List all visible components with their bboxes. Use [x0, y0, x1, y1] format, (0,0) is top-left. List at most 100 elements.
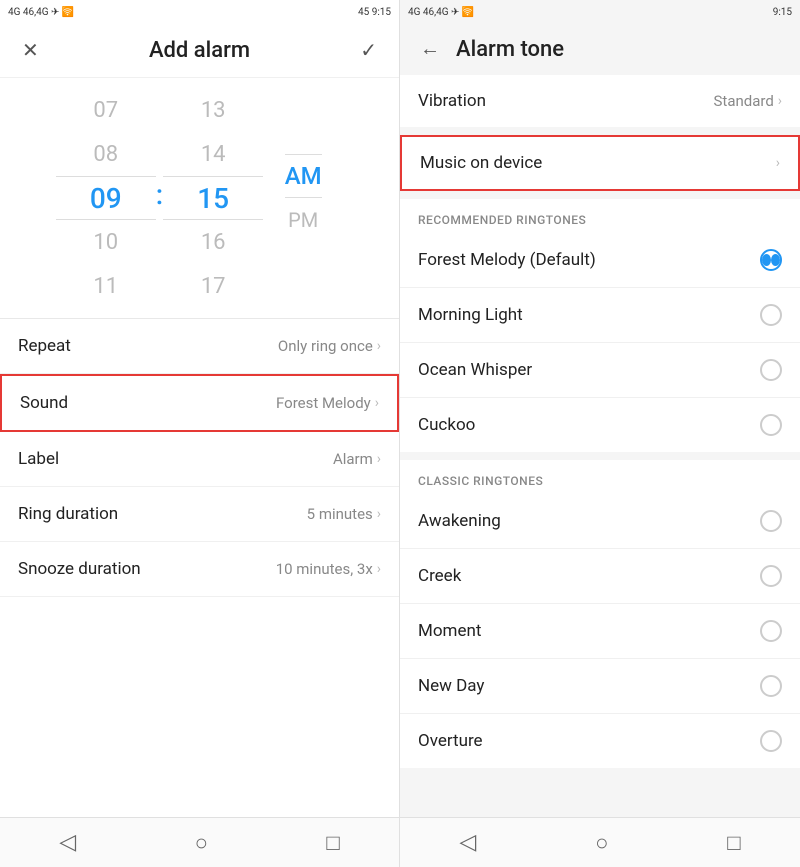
ocean-whisper-radio[interactable] [760, 359, 782, 381]
alarm-tone-title: Alarm tone [456, 37, 564, 62]
snooze-duration-value: 10 minutes, 3x › [276, 560, 381, 578]
pm: PM [288, 198, 318, 242]
ring-duration-chevron: › [377, 506, 381, 522]
repeat-row[interactable]: Repeat Only ring once › [0, 319, 399, 374]
sound-row[interactable]: Sound Forest Melody › [0, 374, 399, 432]
ring-duration-value: 5 minutes › [307, 505, 381, 523]
snooze-duration-row[interactable]: Snooze duration 10 minutes, 3x › [0, 542, 399, 597]
ringtone-creek[interactable]: Creek [400, 549, 800, 604]
label-label: Label [18, 449, 59, 469]
page-title: Add alarm [149, 38, 250, 63]
morning-light-label: Morning Light [418, 305, 523, 325]
repeat-value: Only ring once › [278, 337, 381, 355]
hour-08: 08 [56, 132, 156, 176]
home-nav-icon[interactable]: ○ [195, 830, 208, 856]
alarm-tone-back-button[interactable]: ← [416, 34, 444, 65]
music-on-device-chevron: › [776, 155, 780, 171]
settings-list: Repeat Only ring once › Sound Forest Mel… [0, 319, 399, 817]
hour-11: 11 [56, 264, 156, 308]
music-on-device-row[interactable]: Music on device › [400, 135, 800, 191]
snooze-duration-label: Snooze duration [18, 559, 141, 579]
minute-column: 13 14 15 16 17 [163, 88, 263, 308]
right-content: Vibration Standard › Music on device › R… [400, 75, 800, 817]
time-picker: 07 08 09 10 11 : 13 14 15 16 17 AM PM [0, 78, 399, 319]
new-day-label: New Day [418, 676, 484, 696]
hour-10: 10 [56, 220, 156, 264]
sound-value: Forest Melody › [276, 394, 379, 412]
recents-nav-icon[interactable]: □ [326, 830, 339, 856]
awakening-radio[interactable] [760, 510, 782, 532]
label-chevron: › [377, 451, 381, 467]
ringtone-new-day[interactable]: New Day [400, 659, 800, 714]
repeat-chevron: › [377, 338, 381, 354]
ocean-whisper-label: Ocean Whisper [418, 360, 532, 380]
recommended-ringtones-group: RECOMMENDED RINGTONES Forest Melody (Def… [400, 199, 800, 452]
hour-09-active[interactable]: 09 [56, 176, 156, 220]
back-nav-icon[interactable]: ◁ [59, 830, 76, 855]
right-panel: 4G 46,4G ✈ 🛜 9:15 ← Alarm tone Vibration… [400, 0, 800, 867]
new-day-radio[interactable] [760, 675, 782, 697]
cuckoo-radio[interactable] [760, 414, 782, 436]
right-top-bar: ← Alarm tone [400, 24, 800, 75]
overture-radio[interactable] [760, 730, 782, 752]
status-bar-left: 4G 46,4G ✈ 🛜 [8, 7, 74, 18]
recommended-header: RECOMMENDED RINGTONES [400, 199, 800, 233]
right-status-right: 9:15 [773, 7, 792, 18]
right-recents-nav-icon[interactable]: □ [727, 830, 740, 856]
snooze-duration-chevron: › [377, 561, 381, 577]
overture-label: Overture [418, 731, 483, 751]
vibration-chevron: › [778, 93, 782, 109]
ampm-column: AM PM [263, 154, 343, 242]
ring-duration-row[interactable]: Ring duration 5 minutes › [0, 487, 399, 542]
minute-13: 13 [163, 88, 263, 132]
classic-header: CLASSIC RINGTONES [400, 460, 800, 494]
hour-07: 07 [56, 88, 156, 132]
cuckoo-label: Cuckoo [418, 415, 475, 435]
ring-duration-label: Ring duration [18, 504, 118, 524]
awakening-label: Awakening [418, 511, 501, 531]
right-nav-bar: ◁ ○ □ [400, 817, 800, 867]
ringtone-overture[interactable]: Overture [400, 714, 800, 768]
minute-14: 14 [163, 132, 263, 176]
left-panel: 4G 46,4G ✈ 🛜 45 9:15 ✕ Add alarm ✓ 07 08… [0, 0, 400, 867]
ringtone-cuckoo[interactable]: Cuckoo [400, 398, 800, 452]
morning-light-radio[interactable] [760, 304, 782, 326]
am-active[interactable]: AM [285, 154, 322, 198]
label-row[interactable]: Label Alarm › [0, 432, 399, 487]
minute-16: 16 [163, 220, 263, 264]
sound-chevron: › [375, 395, 379, 411]
moment-label: Moment [418, 621, 481, 641]
battery-time: 45 9:15 [358, 7, 391, 18]
right-home-nav-icon[interactable]: ○ [595, 830, 608, 856]
vibration-label: Vibration [418, 91, 486, 111]
status-bar-right: 45 9:15 [358, 7, 391, 18]
left-nav-bar: ◁ ○ □ [0, 817, 399, 867]
vibration-row[interactable]: Vibration Standard › [400, 75, 800, 127]
ringtone-moment[interactable]: Moment [400, 604, 800, 659]
time-colon: : [156, 178, 163, 213]
ringtone-forest-melody[interactable]: Forest Melody (Default) [400, 233, 800, 288]
minute-15-active[interactable]: 15 [163, 176, 263, 220]
right-back-nav-icon[interactable]: ◁ [459, 830, 476, 855]
ringtone-ocean-whisper[interactable]: Ocean Whisper [400, 343, 800, 398]
forest-melody-radio[interactable] [760, 249, 782, 271]
creek-radio[interactable] [760, 565, 782, 587]
classic-ringtones-group: CLASSIC RINGTONES Awakening Creek Moment… [400, 460, 800, 768]
ringtone-awakening[interactable]: Awakening [400, 494, 800, 549]
left-top-bar: ✕ Add alarm ✓ [0, 24, 399, 78]
sound-label: Sound [20, 393, 68, 413]
close-button[interactable]: ✕ [18, 34, 43, 67]
signal-info: 4G 46,4G ✈ 🛜 [8, 7, 74, 18]
save-button[interactable]: ✓ [356, 34, 381, 67]
music-on-device-label: Music on device [420, 153, 542, 173]
moment-radio[interactable] [760, 620, 782, 642]
hour-column: 07 08 09 10 11 [56, 88, 156, 308]
left-status-bar: 4G 46,4G ✈ 🛜 45 9:15 [0, 0, 399, 24]
right-status-left: 4G 46,4G ✈ 🛜 [408, 7, 474, 18]
label-value: Alarm › [333, 450, 381, 468]
ringtone-morning-light[interactable]: Morning Light [400, 288, 800, 343]
creek-label: Creek [418, 566, 461, 586]
right-status-bar: 4G 46,4G ✈ 🛜 9:15 [400, 0, 800, 24]
right-signal-info: 4G 46,4G ✈ 🛜 [408, 7, 474, 18]
repeat-label: Repeat [18, 336, 71, 356]
